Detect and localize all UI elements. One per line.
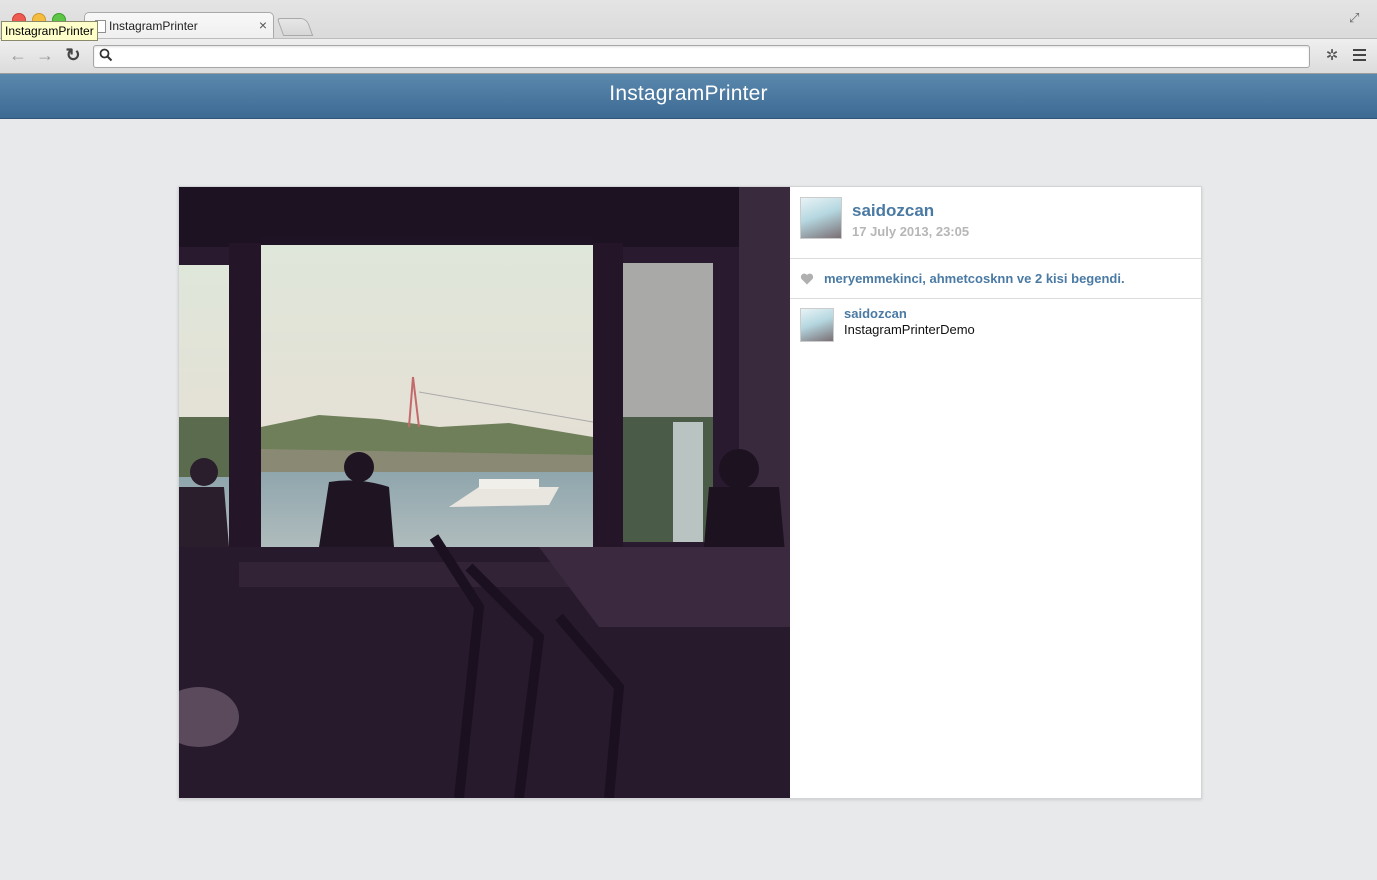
tab-title: InstagramPrinter bbox=[109, 19, 198, 33]
comment-text: InstagramPrinterDemo bbox=[844, 322, 975, 337]
fullscreen-icon[interactable]: ⤢ bbox=[1349, 10, 1365, 26]
app-header: InstagramPrinter bbox=[0, 74, 1377, 119]
new-tab-button[interactable] bbox=[276, 18, 314, 36]
heart-icon[interactable] bbox=[800, 272, 814, 286]
photo-scene bbox=[179, 187, 790, 798]
likes-row: meryemmekinci, ahmetcosknn ve 2 kisi beg… bbox=[790, 259, 1201, 299]
author-username[interactable]: saidozcan bbox=[852, 201, 934, 221]
commenter-avatar[interactable] bbox=[800, 308, 834, 342]
arrow-right-icon[interactable]: → bbox=[35, 45, 55, 65]
tab-close-icon[interactable]: × bbox=[259, 17, 267, 33]
post-sidebar: saidozcan 17 July 2013, 23:05 meryemmeki… bbox=[790, 187, 1201, 798]
tab-tooltip: InstagramPrinter bbox=[1, 21, 98, 41]
post-card: saidozcan 17 July 2013, 23:05 meryemmeki… bbox=[178, 186, 1202, 799]
post-author-header: saidozcan 17 July 2013, 23:05 bbox=[790, 187, 1201, 259]
app-title: InstagramPrinter bbox=[609, 82, 768, 105]
browser-tab[interactable]: InstagramPrinter × bbox=[84, 12, 274, 39]
browser-toolbar: ← → ↻ ✲ bbox=[0, 38, 1377, 73]
search-icon bbox=[99, 48, 113, 62]
post-photo[interactable] bbox=[179, 187, 790, 798]
author-avatar[interactable] bbox=[800, 197, 842, 239]
comment-username[interactable]: saidozcan bbox=[844, 306, 907, 321]
arrow-left-icon[interactable]: ← bbox=[8, 45, 28, 65]
post-date: 17 July 2013, 23:05 bbox=[852, 224, 970, 239]
address-bar[interactable] bbox=[93, 45, 1310, 68]
menu-icon[interactable] bbox=[1353, 49, 1366, 62]
reload-icon[interactable]: ↻ bbox=[63, 45, 83, 65]
comment-item: saidozcan InstagramPrinterDemo bbox=[790, 299, 1201, 349]
extension-bug-icon[interactable]: ✲ bbox=[1323, 47, 1341, 65]
likes-text[interactable]: meryemmekinci, ahmetcosknn ve 2 kisi beg… bbox=[824, 271, 1125, 286]
browser-chrome: InstagramPrinter InstagramPrinter × ⤢ ← … bbox=[0, 0, 1377, 74]
